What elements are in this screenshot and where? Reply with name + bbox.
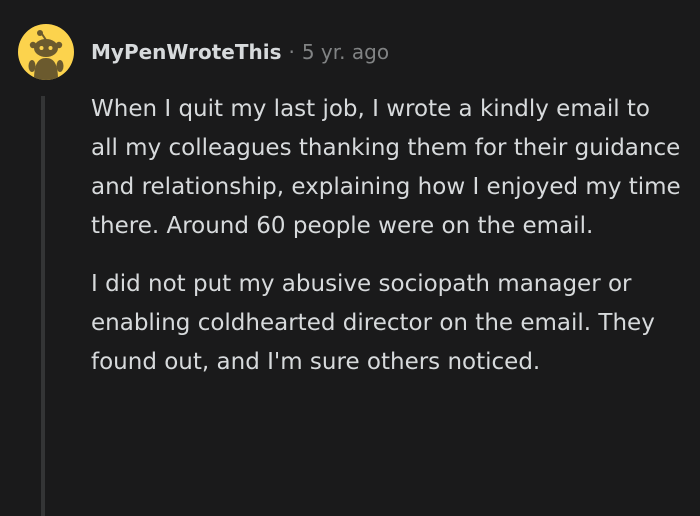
snoo-avatar-icon[interactable]	[18, 24, 74, 80]
comment-body: When I quit my last job, I wrote a kindl…	[91, 90, 681, 401]
thread-line[interactable]	[41, 96, 45, 516]
comment-author[interactable]: MyPenWroteThis	[91, 38, 281, 66]
comment-header: MyPenWroteThis · 5 yr. ago	[91, 38, 389, 66]
comment-timestamp[interactable]: 5 yr. ago	[302, 38, 389, 66]
meta-separator: ·	[288, 40, 295, 64]
comment-paragraph: I did not put my abusive sociopath manag…	[91, 271, 655, 375]
comment-paragraph: When I quit my last job, I wrote a kindl…	[91, 96, 681, 239]
